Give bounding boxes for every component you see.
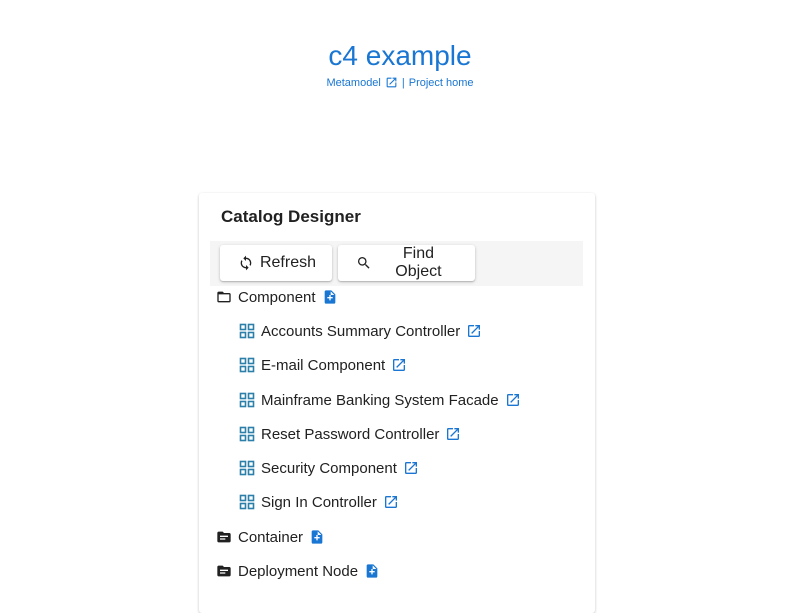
find-object-label: Find Object bbox=[395, 245, 442, 280]
tree-folder-container[interactable]: Container bbox=[216, 520, 325, 554]
header-links: Metamodel | Project home bbox=[0, 76, 800, 89]
tree-folder-component[interactable]: Component bbox=[216, 280, 338, 314]
component-grid-icon bbox=[239, 460, 255, 476]
tree-item[interactable]: Sign In Controller bbox=[239, 485, 399, 519]
tree-item[interactable]: Reset Password Controller bbox=[239, 417, 461, 451]
folder-filled-icon bbox=[217, 565, 231, 577]
link-separator: | bbox=[401, 76, 405, 89]
refresh-button[interactable]: Refresh bbox=[220, 245, 332, 281]
component-grid-icon bbox=[239, 357, 255, 373]
tree-item-label: Sign In Controller bbox=[261, 493, 377, 511]
tree-folder-label: Deployment Node bbox=[238, 562, 359, 580]
component-grid-icon bbox=[239, 426, 255, 442]
refresh-label: Refresh bbox=[259, 254, 316, 271]
catalog-designer-panel: Catalog Designer Refresh Find Object Com… bbox=[199, 193, 595, 613]
tree-item-label: Mainframe Banking System Facade bbox=[261, 391, 499, 409]
find-object-button[interactable]: Find Object bbox=[338, 245, 475, 281]
add-document-icon[interactable] bbox=[309, 529, 325, 545]
folder-open-outline-icon bbox=[217, 291, 231, 303]
folder-filled-icon bbox=[217, 531, 231, 543]
tree-item-label: Security Component bbox=[261, 459, 397, 477]
metamodel-link[interactable]: Metamodel bbox=[326, 77, 380, 89]
tree-item-label: Reset Password Controller bbox=[261, 425, 440, 443]
tree-item[interactable]: Mainframe Banking System Facade bbox=[239, 383, 521, 417]
tree-folder-label: Container bbox=[238, 528, 304, 546]
panel-title: Catalog Designer bbox=[221, 207, 361, 226]
tree-item-label: Accounts Summary Controller bbox=[261, 322, 461, 340]
search-icon bbox=[357, 257, 370, 269]
external-link-icon[interactable] bbox=[383, 494, 399, 510]
add-document-icon[interactable] bbox=[322, 289, 338, 305]
external-link-icon[interactable] bbox=[445, 426, 461, 442]
add-document-icon[interactable] bbox=[364, 563, 380, 579]
tree-folder-deployment-node[interactable]: Deployment Node bbox=[216, 554, 380, 588]
refresh-icon bbox=[240, 255, 252, 271]
external-link-icon[interactable] bbox=[391, 357, 407, 373]
tree-folder-label: Component bbox=[238, 288, 316, 306]
tree-item[interactable]: Accounts Summary Controller bbox=[239, 314, 482, 348]
component-grid-icon bbox=[239, 392, 255, 408]
external-link-icon[interactable] bbox=[505, 392, 521, 408]
project-home-link[interactable]: Project home bbox=[409, 77, 474, 89]
component-grid-icon bbox=[239, 323, 255, 339]
tree-item-label: E-mail Component bbox=[261, 356, 386, 374]
tree-item[interactable]: E-mail Component bbox=[239, 348, 407, 382]
external-link-icon[interactable] bbox=[466, 323, 482, 339]
page-header: c4 example Metamodel | Project home bbox=[0, 38, 800, 89]
external-link-icon[interactable] bbox=[385, 76, 398, 89]
tree-item[interactable]: Security Component bbox=[239, 451, 419, 485]
external-link-icon[interactable] bbox=[403, 460, 419, 476]
page-title: c4 example bbox=[328, 40, 472, 71]
component-grid-icon bbox=[239, 494, 255, 510]
